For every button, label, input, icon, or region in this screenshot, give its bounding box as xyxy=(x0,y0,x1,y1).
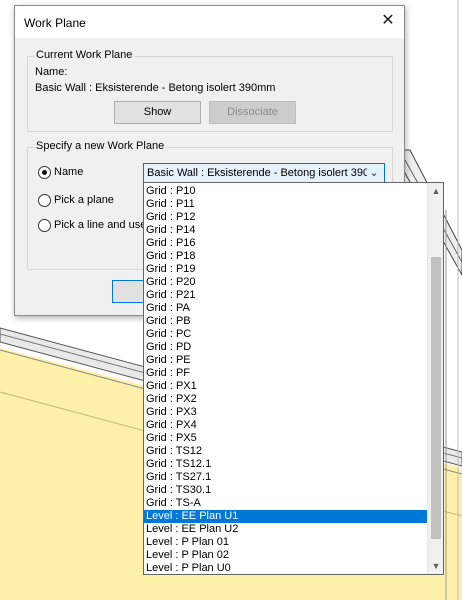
dialog-title: Work Plane xyxy=(24,16,86,30)
list-item[interactable]: Grid : PX3 xyxy=(144,406,427,419)
list-item[interactable]: Grid : PX4 xyxy=(144,419,427,432)
radio-name-label: Name xyxy=(54,166,84,178)
scroll-down-icon[interactable]: ▼ xyxy=(428,558,443,574)
radio-pick-line-row[interactable]: Pick a line and use xyxy=(38,217,146,233)
list-item[interactable]: Grid : PE xyxy=(144,354,427,367)
current-name-label: Name: xyxy=(35,66,68,78)
list-item[interactable]: Grid : PX5 xyxy=(144,432,427,445)
combo-selected-value: Basic Wall : Eksisterende - Betong isole… xyxy=(147,167,367,179)
list-item[interactable]: Level : EE Plan U1 xyxy=(144,510,427,523)
list-item[interactable]: Grid : PX1 xyxy=(144,380,427,393)
list-item[interactable]: Grid : P14 xyxy=(144,224,427,237)
list-item[interactable]: Grid : TS27.1 xyxy=(144,471,427,484)
list-item[interactable]: Grid : PX2 xyxy=(144,393,427,406)
work-plane-name-combo[interactable]: Basic Wall : Eksisterende - Betong isole… xyxy=(143,163,385,183)
list-item[interactable]: Grid : P10 xyxy=(144,185,427,198)
list-item[interactable]: Grid : PD xyxy=(144,341,427,354)
list-item[interactable]: Grid : PA xyxy=(144,302,427,315)
current-work-plane-group: Current Work Plane Name: Basic Wall : Ek… xyxy=(27,49,393,132)
dropdown-scrollbar[interactable]: ▲ ▼ xyxy=(427,183,443,574)
close-icon[interactable]: ✕ xyxy=(374,8,402,34)
list-item[interactable]: Grid : P12 xyxy=(144,211,427,224)
list-item[interactable]: Grid : P21 xyxy=(144,289,427,302)
list-item[interactable]: Grid : P16 xyxy=(144,237,427,250)
chevron-down-icon[interactable]: ⌄ xyxy=(367,165,381,181)
list-item[interactable]: Grid : TS12.1 xyxy=(144,458,427,471)
specify-work-plane-caption: Specify a new Work Plane xyxy=(34,140,167,152)
dialog-titlebar[interactable]: Work Plane ✕ xyxy=(15,6,404,38)
list-item[interactable]: Grid : P18 xyxy=(144,250,427,263)
list-item[interactable]: Grid : TS-A xyxy=(144,497,427,510)
radio-name[interactable] xyxy=(38,165,51,179)
list-item[interactable]: Level : P Plan 02 xyxy=(144,549,427,562)
scrollbar-thumb[interactable] xyxy=(431,257,441,539)
current-work-plane-caption: Current Work Plane xyxy=(34,49,135,61)
list-item[interactable]: Grid : P20 xyxy=(144,276,427,289)
list-item[interactable]: Grid : TS30.1 xyxy=(144,484,427,497)
list-item[interactable]: Grid : PC xyxy=(144,328,427,341)
current-name-value: Basic Wall : Eksisterende - Betong isole… xyxy=(35,82,276,94)
dissociate-button: Dissociate xyxy=(209,101,296,124)
list-item[interactable]: Level : EE Plan U2 xyxy=(144,523,427,536)
list-item[interactable]: Grid : PB xyxy=(144,315,427,328)
list-item[interactable]: Level : P Plan U0 xyxy=(144,562,427,574)
list-item[interactable]: Grid : P19 xyxy=(144,263,427,276)
radio-pick-line[interactable] xyxy=(38,218,51,232)
radio-name-row[interactable]: Name xyxy=(38,164,83,180)
list-item[interactable]: Grid : PF xyxy=(144,367,427,380)
radio-pick-line-label: Pick a line and use xyxy=(54,219,147,231)
show-button[interactable]: Show xyxy=(114,101,201,124)
list-item[interactable]: Grid : P11 xyxy=(144,198,427,211)
list-item[interactable]: Grid : TS12 xyxy=(144,445,427,458)
radio-pick-plane-label: Pick a plane xyxy=(54,194,114,206)
radio-pick-plane-row[interactable]: Pick a plane xyxy=(38,192,114,208)
radio-pick-plane[interactable] xyxy=(38,193,51,207)
dropdown-items: Grid : P10 Grid : P11 Grid : P12 Grid : P14… xyxy=(144,185,427,574)
work-plane-dropdown-list[interactable]: Grid : P10 Grid : P11 Grid : P12 Grid : P14… xyxy=(143,182,444,575)
scroll-up-icon[interactable]: ▲ xyxy=(428,183,443,199)
list-item[interactable]: Level : P Plan 01 xyxy=(144,536,427,549)
